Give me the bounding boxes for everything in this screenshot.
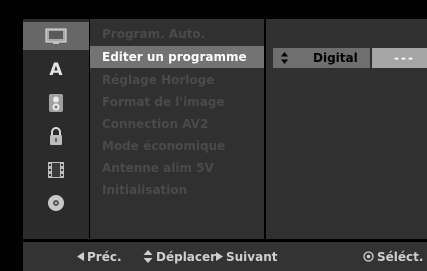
monitor-icon [45, 28, 67, 44]
footer-select: Séléct. [363, 242, 423, 271]
source-selector-value: Digital [313, 51, 358, 65]
menu-item-initialisation[interactable]: Initialisation [90, 179, 264, 201]
footer-hints: Préc. Déplacer Suivant Séléct. [23, 242, 427, 271]
footer-move: Déplacer [143, 242, 216, 271]
option-panel: Digital --- [266, 19, 427, 239]
footer-prev-label: Préc. [87, 249, 122, 264]
disc-icon [48, 195, 64, 211]
footer-move-label: Déplacer [156, 249, 217, 264]
up-down-icon [281, 52, 288, 64]
select-circle-icon [363, 251, 374, 262]
category-tab-disc[interactable] [23, 189, 89, 217]
source-selector[interactable]: Digital [273, 48, 370, 68]
setup-screen: A Program. Auto. Editer un programme Rég… [0, 0, 427, 271]
audio-icon [49, 94, 63, 112]
menu-item-edit-program[interactable]: Editer un programme [90, 46, 264, 68]
menu-item-av2-connection[interactable]: Connection AV2 [90, 113, 264, 135]
menu-item-image-format[interactable]: Format de l'image [90, 91, 264, 113]
category-tab-audio[interactable] [23, 89, 89, 117]
category-sidebar: A [23, 19, 89, 239]
right-arrow-icon [216, 252, 223, 261]
footer-prev: Préc. [77, 242, 122, 271]
language-a-icon: A [49, 60, 63, 80]
category-tab-display[interactable] [23, 22, 89, 50]
menu-item-program-auto[interactable]: Program. Auto. [90, 23, 264, 45]
footer-next-label: Suivant [226, 249, 278, 264]
category-tab-lock[interactable] [23, 122, 89, 150]
lock-icon [50, 127, 62, 145]
film-icon [48, 162, 64, 178]
up-down-icon [143, 250, 153, 263]
program-value-text: --- [394, 51, 415, 65]
footer-select-label: Séléct. [377, 249, 424, 264]
footer-next: Suivant [216, 242, 278, 271]
category-tab-recording[interactable] [23, 156, 89, 184]
menu-item-clock-setting[interactable]: Réglage Horloge [90, 69, 264, 91]
menu-item-antenna-power[interactable]: Antenne alim 5V [90, 157, 264, 179]
category-tab-language[interactable]: A [23, 56, 89, 84]
menu-item-eco-mode[interactable]: Mode économique [90, 135, 264, 157]
program-value-field[interactable]: --- [372, 48, 427, 68]
left-arrow-icon [77, 252, 84, 261]
settings-menu: Program. Auto. Editer un programme Régla… [90, 19, 264, 239]
